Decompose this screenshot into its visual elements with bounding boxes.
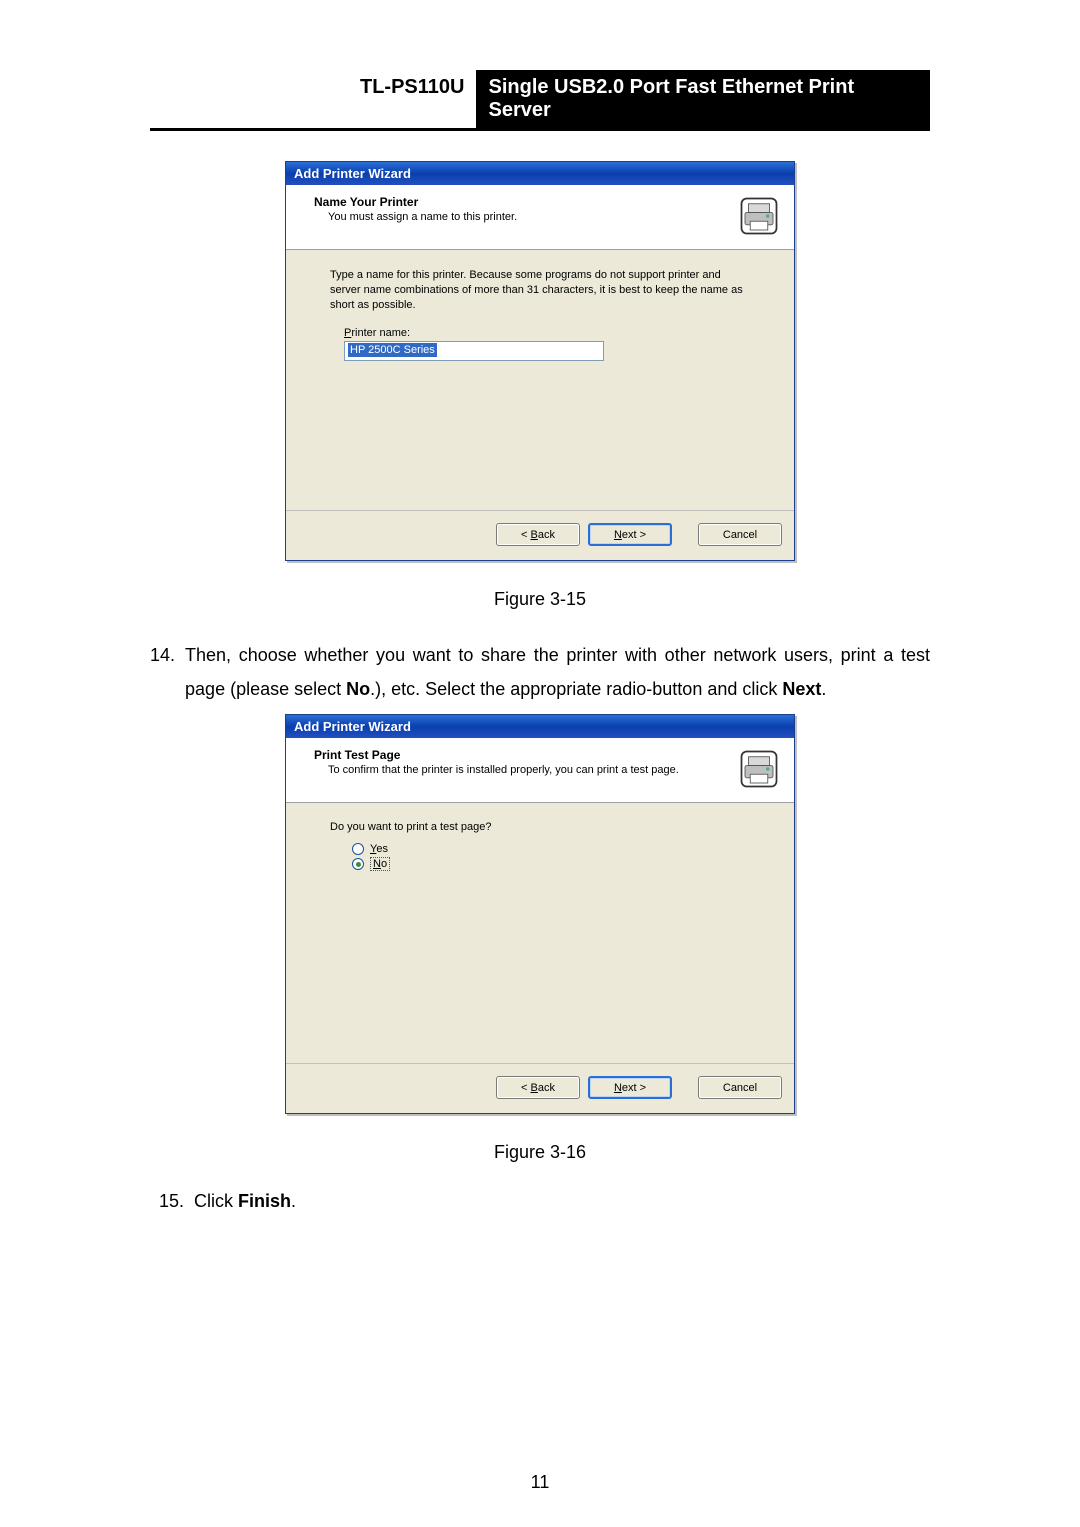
back-button[interactable]: < Back	[496, 523, 580, 546]
wizard-footer: < Back Next > Cancel	[286, 510, 794, 560]
doc-title: Single USB2.0 Port Fast Ethernet Print S…	[476, 70, 930, 128]
next-button[interactable]: Next >	[588, 1076, 672, 1099]
printer-icon	[738, 195, 780, 237]
wizard-header: Name Your Printer You must assign a name…	[286, 185, 794, 250]
wizard-name-printer: Add Printer Wizard Name Your Printer You…	[285, 161, 795, 561]
page-number: 11	[0, 1472, 1080, 1493]
back-button[interactable]: < Back	[496, 1076, 580, 1099]
cancel-button[interactable]: Cancel	[698, 1076, 782, 1099]
wizard-subheading: To confirm that the printer is installed…	[314, 764, 726, 776]
window-titlebar: Add Printer Wizard	[286, 162, 794, 185]
wizard-header: Print Test Page To confirm that the prin…	[286, 738, 794, 803]
wizard-heading: Print Test Page	[314, 748, 726, 762]
radio-no[interactable]: No	[330, 858, 750, 870]
wizard-heading: Name Your Printer	[314, 195, 726, 209]
step-15: 15. Click Finish.	[150, 1191, 930, 1212]
model-label: TL-PS110U	[360, 70, 476, 128]
printer-name-input[interactable]: HP 2500C Series	[344, 341, 604, 361]
printer-name-label: Printer name:	[330, 327, 750, 339]
radio-icon	[352, 858, 364, 870]
cancel-button[interactable]: Cancel	[698, 523, 782, 546]
radio-icon	[352, 843, 364, 855]
wizard-body: Type a name for this printer. Because so…	[286, 250, 794, 510]
wizard-print-test-page: Add Printer Wizard Print Test Page To co…	[285, 714, 795, 1114]
radio-yes[interactable]: Yes	[330, 843, 750, 855]
doc-header: TL-PS110U Single USB2.0 Port Fast Ethern…	[150, 70, 930, 131]
wizard-subheading: You must assign a name to this printer.	[314, 211, 726, 223]
wizard-body: Do you want to print a test page? Yes No	[286, 803, 794, 1063]
wizard-description: Type a name for this printer. Because so…	[330, 268, 750, 313]
question-text: Do you want to print a test page?	[330, 821, 750, 833]
printer-icon	[738, 748, 780, 790]
wizard-footer: < Back Next > Cancel	[286, 1063, 794, 1113]
next-button[interactable]: Next >	[588, 523, 672, 546]
window-titlebar: Add Printer Wizard	[286, 715, 794, 738]
figure-caption-2: Figure 3-16	[150, 1142, 930, 1163]
figure-caption-1: Figure 3-15	[150, 589, 930, 610]
step-14: 14. Then, choose whether you want to sha…	[150, 638, 930, 706]
